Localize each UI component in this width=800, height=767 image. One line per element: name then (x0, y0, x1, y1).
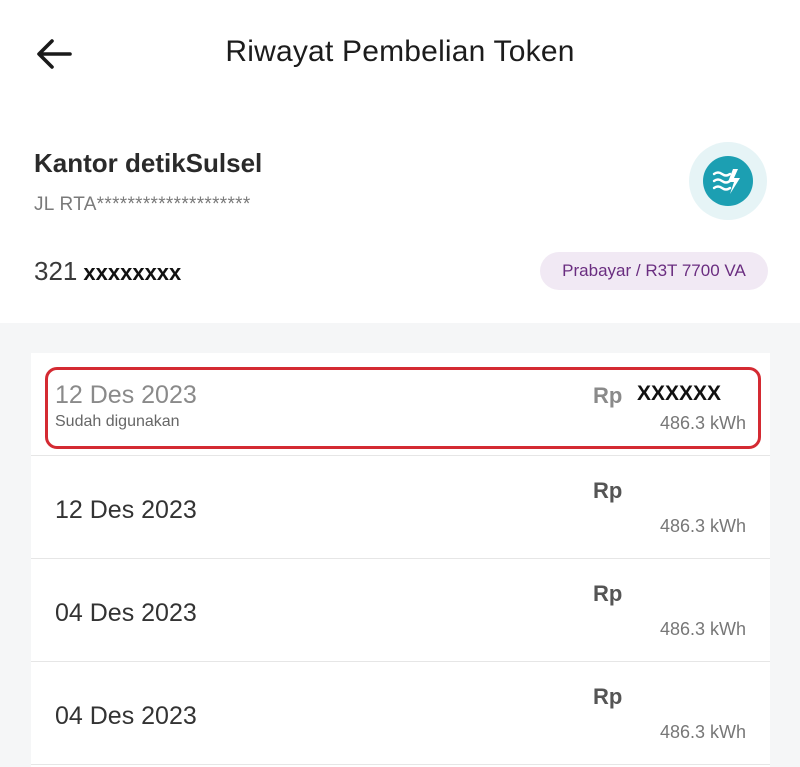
pln-logo-badge (703, 156, 753, 206)
purchase-kwh: 486.3 kWh (659, 722, 746, 742)
purchase-row[interactable]: 12 Des 2023 Rp 486.3 kWh (31, 456, 770, 559)
purchase-list: 12 Des 2023 Sudah digunakan Rp XXXXXX 48… (31, 353, 770, 767)
purchase-list-area: 12 Des 2023 Sudah digunakan Rp XXXXXX 48… (0, 323, 800, 767)
customer-info: Kantor detikSulsel JL RTA***************… (0, 108, 800, 323)
app-header: Riwayat Pembelian Token (0, 0, 800, 108)
purchase-row[interactable]: 04 Des 2023 Rp 486.3 kWh (31, 662, 770, 765)
purchase-status: Sudah digunakan (55, 413, 180, 430)
purchase-kwh: 486.3 kWh (659, 516, 746, 536)
purchase-kwh: 486.3 kWh (659, 413, 746, 433)
customer-address: JL RTA******************** (34, 194, 251, 215)
currency-label: Rp (593, 383, 623, 408)
meter-number-prefix: 321 (34, 256, 78, 286)
lightning-wave-icon (712, 169, 740, 194)
currency-label: Rp (593, 478, 623, 503)
meter-number: 321 xxxxxxxx (34, 256, 181, 287)
purchase-kwh: 486.3 kWh (659, 619, 746, 639)
purchase-date: 12 Des 2023 (55, 496, 197, 524)
meter-number-masked: xxxxxxxx (83, 260, 182, 285)
tariff-badge: Prabayar / R3T 7700 VA (540, 252, 768, 290)
purchase-row[interactable]: 12 Des 2023 Sudah digunakan Rp XXXXXX 48… (31, 353, 770, 456)
currency-label: Rp (593, 684, 623, 709)
purchase-date: 12 Des 2023 (55, 381, 197, 409)
purchase-date: 04 Des 2023 (55, 599, 197, 627)
page-title: Riwayat Pembelian Token (225, 35, 575, 68)
purchase-amount: XXXXXX (637, 382, 722, 405)
purchase-row[interactable]: 04 Des 2023 Rp 486.3 kWh (31, 559, 770, 662)
customer-name: Kantor detikSulsel (34, 148, 263, 178)
purchase-history-screen: Riwayat Pembelian Token Kantor detikSuls… (0, 0, 800, 767)
pln-logo-icon (689, 142, 767, 220)
currency-label: Rp (593, 581, 623, 606)
purchase-date: 04 Des 2023 (55, 702, 197, 730)
